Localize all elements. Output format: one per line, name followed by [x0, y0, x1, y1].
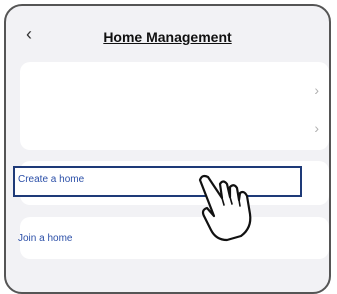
- chevron-right-icon: ›: [314, 82, 319, 98]
- create-home-label: Create a home: [18, 174, 85, 185]
- pointing-hand-icon: [198, 174, 252, 242]
- chevron-right-icon: ›: [314, 120, 319, 136]
- join-home-label: Join a home: [18, 233, 73, 244]
- page-title: Home Management: [103, 29, 232, 45]
- home-list-item[interactable]: ›: [20, 106, 329, 150]
- phone-screen: ‹ Home Management › › Create a home Join…: [4, 4, 331, 294]
- home-list-card: › ›: [20, 62, 329, 150]
- home-list-item[interactable]: ›: [20, 62, 329, 106]
